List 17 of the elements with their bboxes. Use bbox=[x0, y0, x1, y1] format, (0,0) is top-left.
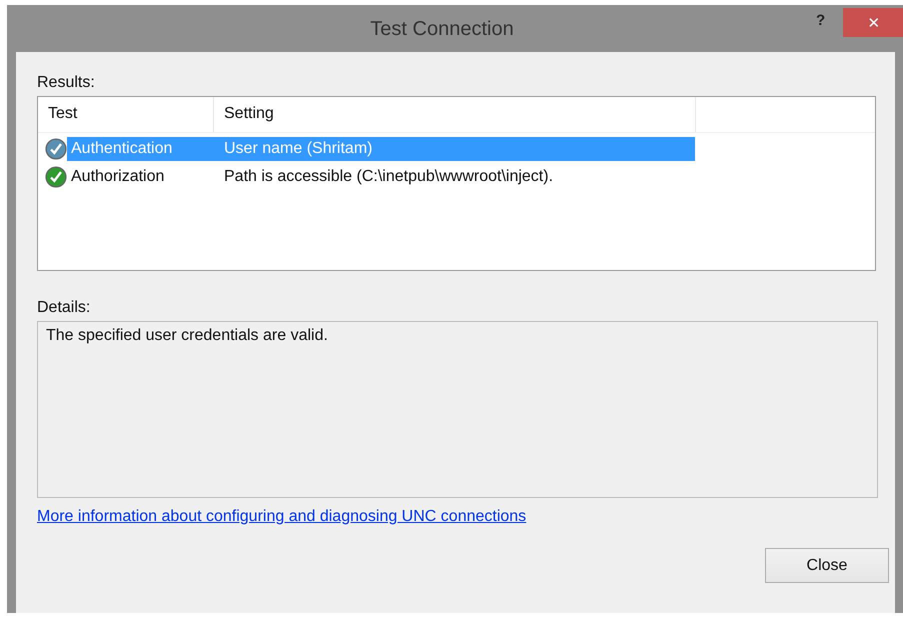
details-text: The specified user credentials are valid. bbox=[46, 327, 328, 344]
help-link[interactable]: More information about configuring and diagnosing UNC connections bbox=[37, 508, 526, 526]
result-row[interactable]: Authorization Path is accessible (C:\inetpub\wwwroot\inject). bbox=[67, 165, 695, 189]
setting-cell: User name (Shritam) bbox=[224, 140, 372, 158]
test-cell-text: Authentication bbox=[70, 140, 174, 158]
column-header[interactable]: Setting bbox=[214, 97, 696, 132]
details-label: Details: bbox=[37, 299, 92, 318]
help-button[interactable]: ? bbox=[810, 11, 832, 30]
window-title: Test Connection bbox=[370, 18, 514, 41]
check-icon bbox=[45, 166, 67, 188]
setting-cell: Path is accessible (C:\inetpub\wwwroot\inject). bbox=[224, 168, 554, 186]
test-cell-text: Authorization bbox=[70, 168, 166, 186]
column-header[interactable]: Test bbox=[38, 97, 214, 132]
close-button[interactable]: ✕ bbox=[843, 8, 903, 37]
results-label: Results: bbox=[37, 74, 96, 93]
check-icon bbox=[45, 138, 67, 160]
close-dialog-button[interactable]: Close bbox=[765, 548, 889, 583]
